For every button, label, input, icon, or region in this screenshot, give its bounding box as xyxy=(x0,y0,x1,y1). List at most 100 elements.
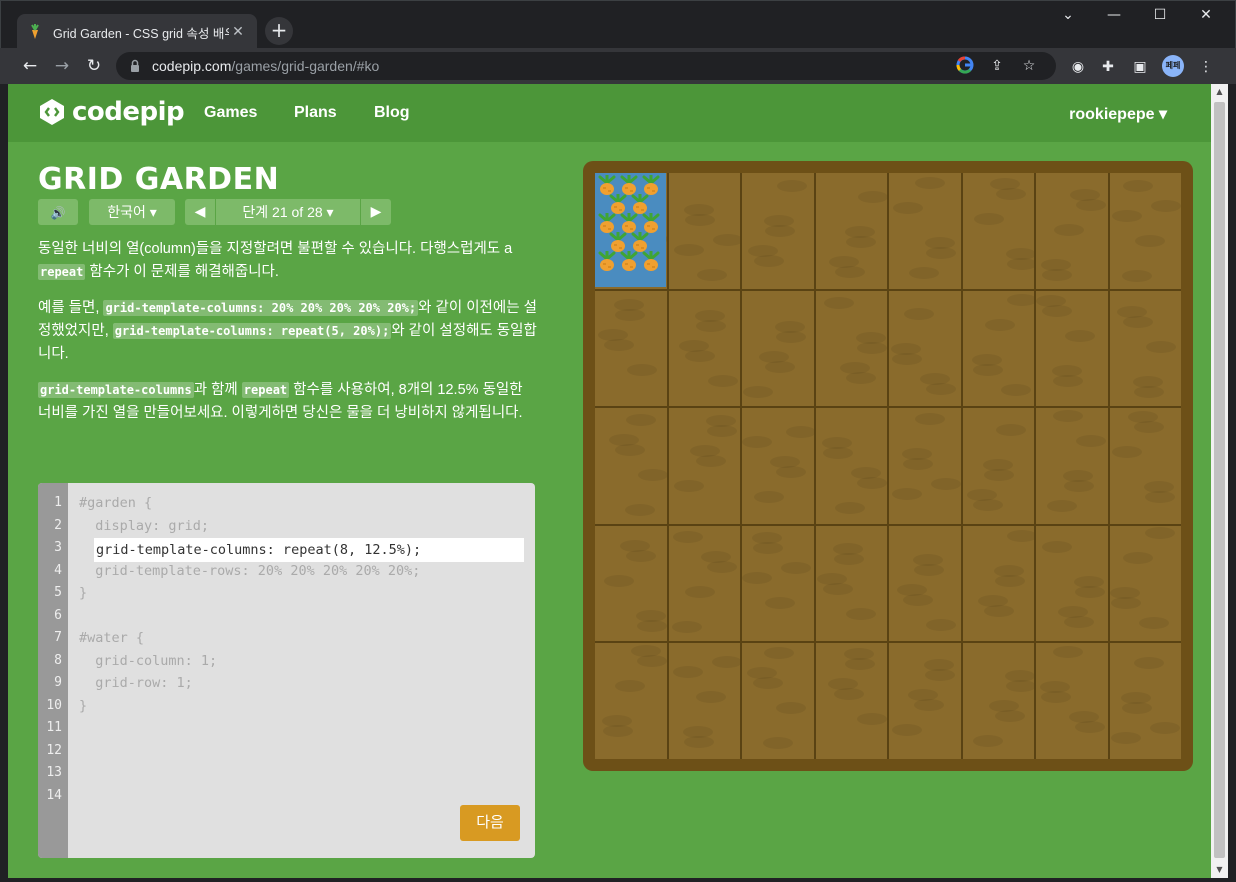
soil-texture xyxy=(1127,411,1158,424)
text: 함수가 이 문제를 해결해줍니다. xyxy=(85,264,279,280)
codepip-logo-icon xyxy=(40,99,64,125)
more-menu-icon[interactable]: ⋮ xyxy=(1196,57,1216,77)
new-tab-button[interactable]: + xyxy=(265,17,293,45)
line-number: 13 xyxy=(46,765,62,780)
user-menu[interactable]: rookiepepe ▾ xyxy=(1069,104,1167,124)
soil-texture xyxy=(1144,491,1175,504)
page-content: codepip Games Plans Blog rookiepepe ▾ GR… xyxy=(8,84,1211,878)
soil-texture xyxy=(983,469,1014,482)
soil-texture xyxy=(753,541,783,554)
address-bar[interactable]: codepip.com/games/grid-garden/#ko xyxy=(116,52,1056,80)
bookmark-star-icon[interactable]: ☆ xyxy=(1020,57,1038,75)
screenshot-camera-icon[interactable]: ◉ xyxy=(1068,57,1088,77)
soil-texture xyxy=(1122,551,1153,564)
instruction-paragraph: 동일한 너비의 열(column)들을 지정할려면 불편할 수 있습니다. 다행… xyxy=(38,238,538,284)
reload-icon[interactable]: ↻ xyxy=(81,53,107,79)
soil-texture xyxy=(822,447,853,460)
soil-texture xyxy=(833,688,864,701)
soil-grid xyxy=(595,173,1181,759)
google-icon[interactable] xyxy=(956,56,974,74)
vertical-scrollbar[interactable]: ▲ ▼ xyxy=(1211,84,1228,878)
css-answer-input[interactable] xyxy=(94,538,524,562)
soil-cell xyxy=(742,173,814,289)
scroll-up-icon[interactable]: ▲ xyxy=(1211,84,1228,100)
soil-texture xyxy=(753,677,783,690)
soil-texture xyxy=(1150,200,1181,212)
line-number: 12 xyxy=(46,742,62,758)
language-select[interactable]: 한국어 ▾ xyxy=(89,199,175,225)
text: 동일한 너비의 열(column)들을 지정할려면 불편할 수 있습니다. 다행… xyxy=(38,241,513,257)
soil-texture xyxy=(1006,529,1034,542)
soil-texture xyxy=(972,735,1003,748)
soil-texture xyxy=(995,188,1026,200)
maximize-button[interactable]: ☐ xyxy=(1145,7,1175,23)
soil-texture xyxy=(1005,680,1034,693)
code-snippet: grid-template-columns: 20% 20% 20% 20% 2… xyxy=(103,300,419,316)
scroll-down-icon[interactable]: ▼ xyxy=(1211,862,1228,878)
level-select[interactable]: 단계 21 of 28 ▾ xyxy=(216,199,360,225)
nav-games-link[interactable]: Games xyxy=(204,104,257,122)
code-line: grid-template-rows: 20% 20% 20% 20% 20%; xyxy=(79,562,421,579)
soil-texture xyxy=(856,477,887,490)
soil-texture xyxy=(683,736,714,749)
nav-blog-link[interactable]: Blog xyxy=(374,104,410,122)
browser-tab-active[interactable]: Grid Garden - CSS grid 속성 배우기 ✕ xyxy=(17,14,257,50)
line-number: 9 xyxy=(54,675,62,690)
share-icon[interactable]: ⇪ xyxy=(988,57,1006,75)
css-input-line[interactable] xyxy=(94,538,524,562)
soil-texture xyxy=(615,444,645,457)
soil-texture xyxy=(1065,329,1095,342)
line-number: 10 xyxy=(46,697,62,713)
prev-level-button[interactable]: ◀ xyxy=(185,199,215,225)
soil-texture xyxy=(834,502,865,515)
tab-close-icon[interactable]: ✕ xyxy=(229,24,247,40)
soil-texture xyxy=(856,713,887,726)
soil-texture xyxy=(850,467,881,480)
soil-texture xyxy=(1110,732,1141,745)
profile-avatar[interactable]: 페페 xyxy=(1162,55,1184,77)
soil-cell xyxy=(1036,290,1108,407)
next-button[interactable]: 다음 xyxy=(460,805,520,841)
tab-search-chevron-icon[interactable]: ⌄ xyxy=(1053,7,1083,23)
soil-texture xyxy=(904,307,934,320)
soil-cell xyxy=(1036,408,1108,524)
soil-texture xyxy=(973,213,1004,225)
soil-texture xyxy=(707,374,738,387)
codepip-logo[interactable]: codepip xyxy=(38,97,185,127)
soil-texture xyxy=(1121,270,1152,282)
soil-texture xyxy=(759,350,789,363)
soil-texture xyxy=(1122,180,1153,192)
soil-cell xyxy=(668,290,740,407)
url-path: /games/grid-garden/#ko xyxy=(231,58,380,74)
scrollbar-thumb[interactable] xyxy=(1214,102,1225,858)
line-number: 7 xyxy=(54,630,62,645)
minimize-button[interactable]: — xyxy=(1099,7,1129,23)
close-window-button[interactable]: ✕ xyxy=(1191,7,1221,23)
soil-texture xyxy=(972,499,1003,512)
soil-texture xyxy=(823,296,854,309)
side-panel-icon[interactable]: ▣ xyxy=(1130,57,1150,77)
code-snippet: repeat xyxy=(38,264,86,280)
soil-texture xyxy=(994,574,1025,587)
line-number: 3 xyxy=(54,540,62,555)
soil-texture xyxy=(742,436,772,449)
logo-text: codepip xyxy=(72,97,185,127)
soil-cell xyxy=(815,173,887,289)
soil-texture xyxy=(711,656,740,669)
url-host: codepip.com xyxy=(152,58,232,74)
soil-texture xyxy=(1075,721,1105,734)
nav-plans-link[interactable]: Plans xyxy=(294,104,337,122)
soil-texture xyxy=(776,330,806,343)
soil-texture xyxy=(615,308,645,321)
next-level-button[interactable]: ▶ xyxy=(361,199,391,225)
line-number: 8 xyxy=(54,652,62,668)
soil-texture xyxy=(1111,210,1142,222)
sound-toggle-button[interactable]: 🔊 xyxy=(38,199,78,225)
forward-icon[interactable]: → xyxy=(49,53,75,79)
soil-texture xyxy=(914,563,944,576)
extensions-puzzle-icon[interactable]: ✚ xyxy=(1098,57,1118,77)
soil-texture xyxy=(1111,446,1142,459)
carrot-icon xyxy=(641,249,661,273)
site-header: codepip Games Plans Blog rookiepepe ▾ xyxy=(8,84,1211,142)
back-icon[interactable]: ← xyxy=(17,53,43,79)
